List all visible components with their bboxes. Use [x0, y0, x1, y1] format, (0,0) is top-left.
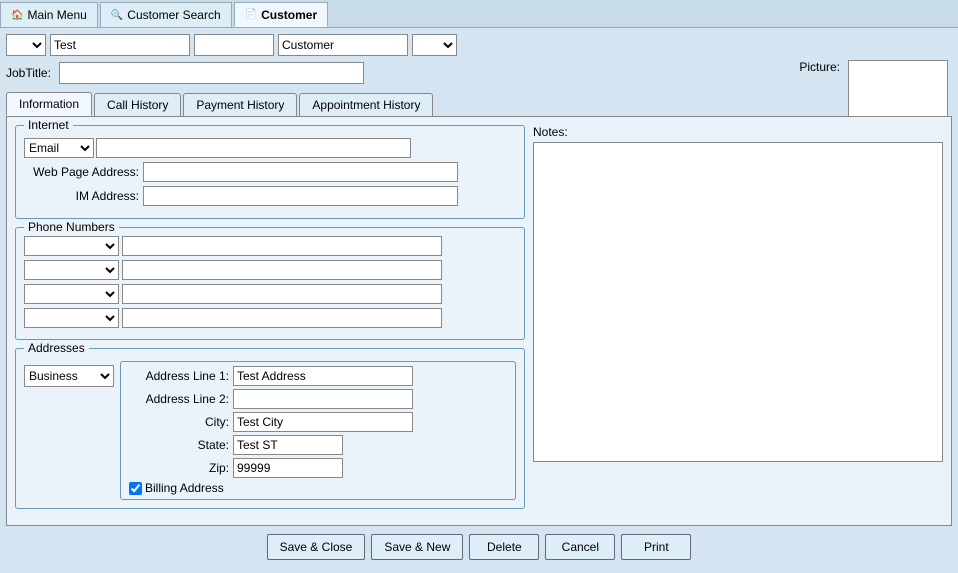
tab-payment-history-label: Payment History — [196, 98, 284, 112]
billing-checkbox[interactable] — [129, 482, 142, 495]
phone-row-4: HomeMobileWorkFax — [24, 308, 516, 328]
internet-legend: Internet — [24, 118, 73, 132]
addr-line1-row: Address Line 1: — [129, 366, 507, 386]
customer-icon: 📄 — [245, 9, 257, 20]
im-row: IM Address: — [24, 186, 516, 206]
email-input[interactable] — [96, 138, 411, 158]
addr-state-input[interactable] — [233, 435, 343, 455]
address-type-select[interactable]: Business Home Other — [24, 365, 114, 387]
notes-label: Notes: — [533, 125, 943, 139]
first-name-input[interactable] — [50, 34, 190, 56]
tab-appointment-history-label: Appointment History — [312, 98, 420, 112]
sub-tabs-row: Information Call History Payment History… — [6, 92, 952, 116]
addresses-legend: Addresses — [24, 341, 89, 355]
addr-zip-input[interactable] — [233, 458, 343, 478]
addr-line2-input[interactable] — [233, 389, 413, 409]
phone-section: Phone Numbers HomeMobileWorkFax HomeMobi… — [15, 227, 525, 340]
im-input[interactable] — [143, 186, 458, 206]
addr-city-input[interactable] — [233, 412, 413, 432]
phone-row-3: HomeMobileWorkFax — [24, 284, 516, 304]
jobtitle-input[interactable] — [59, 62, 364, 84]
address-fields: Address Line 1: Address Line 2: City: — [120, 361, 516, 500]
billing-label: Billing Address — [145, 481, 224, 495]
im-label: IM Address: — [24, 189, 139, 203]
prefix-select[interactable]: Mr. Mrs. Ms. Dr. — [6, 34, 46, 56]
tab-main-menu-label: Main Menu — [27, 8, 86, 22]
phone-input-1[interactable] — [122, 236, 442, 256]
bottom-bar: Save & Close Save & New Delete Cancel Pr… — [6, 526, 952, 564]
tab-customer-search-label: Customer Search — [127, 8, 220, 22]
addr-line1-input[interactable] — [233, 366, 413, 386]
header-row: Mr. Mrs. Ms. Dr. Jr. Sr. III — [6, 34, 952, 56]
save-new-button[interactable]: Save & New — [371, 534, 463, 560]
jobtitle-label: JobTitle: — [6, 66, 51, 80]
phone-type-3[interactable]: HomeMobileWorkFax — [24, 284, 119, 304]
phone-type-4[interactable]: HomeMobileWorkFax — [24, 308, 119, 328]
phone-row-1: HomeMobileWorkFax — [24, 236, 516, 256]
email-row: Email Email 2 — [24, 138, 516, 158]
print-button[interactable]: Print — [621, 534, 691, 560]
internet-section: Internet Email Email 2 Web Page Address: — [15, 125, 525, 219]
last-name-input[interactable] — [194, 34, 274, 56]
addr-zip-label: Zip: — [129, 461, 229, 475]
right-column: Notes: — [533, 125, 943, 517]
addr-line2-label: Address Line 2: — [129, 392, 229, 406]
tab-call-history[interactable]: Call History — [94, 93, 181, 116]
phone-input-4[interactable] — [122, 308, 442, 328]
tab-customer-label: Customer — [261, 8, 317, 22]
save-close-button[interactable]: Save & Close — [267, 534, 366, 560]
notes-textarea[interactable] — [533, 142, 943, 462]
suffix-select[interactable]: Jr. Sr. III — [412, 34, 457, 56]
cancel-button[interactable]: Cancel — [545, 534, 615, 560]
address-row: Business Home Other Address Line 1: — [24, 361, 516, 500]
billing-row: Billing Address — [129, 481, 507, 495]
customer-name-input[interactable] — [278, 34, 408, 56]
addr-line1-label: Address Line 1: — [129, 369, 229, 383]
tab-customer[interactable]: 📄 Customer — [234, 2, 328, 27]
webpage-label: Web Page Address: — [24, 165, 139, 179]
tab-information[interactable]: Information — [6, 92, 92, 116]
tab-appointment-history[interactable]: Appointment History — [299, 93, 433, 116]
phone-type-1[interactable]: HomeMobileWorkFax — [24, 236, 119, 256]
two-col-layout: Internet Email Email 2 Web Page Address: — [15, 125, 943, 517]
tab-payment-history[interactable]: Payment History — [183, 93, 297, 116]
left-column: Internet Email Email 2 Web Page Address: — [15, 125, 525, 517]
addresses-section: Addresses Business Home Other Address Li… — [15, 348, 525, 509]
phone-legend: Phone Numbers — [24, 220, 119, 234]
content-panel: Internet Email Email 2 Web Page Address: — [6, 116, 952, 526]
customer-search-icon: 🔍 — [111, 10, 123, 21]
tab-customer-search[interactable]: 🔍 Customer Search — [100, 2, 232, 27]
webpage-row: Web Page Address: — [24, 162, 516, 182]
picture-label: Picture: — [799, 60, 840, 74]
tab-call-history-label: Call History — [107, 98, 168, 112]
phone-input-3[interactable] — [122, 284, 442, 304]
phone-type-2[interactable]: HomeMobileWorkFax — [24, 260, 119, 280]
addr-city-row: City: — [129, 412, 507, 432]
addr-line2-row: Address Line 2: — [129, 389, 507, 409]
main-menu-icon: 🏠 — [11, 10, 23, 21]
phone-row-2: HomeMobileWorkFax — [24, 260, 516, 280]
phone-input-2[interactable] — [122, 260, 442, 280]
addr-city-label: City: — [129, 415, 229, 429]
webpage-input[interactable] — [143, 162, 458, 182]
tab-information-label: Information — [19, 97, 79, 111]
addr-zip-row: Zip: — [129, 458, 507, 478]
title-bar: 🏠 Main Menu 🔍 Customer Search 📄 Customer — [0, 0, 958, 28]
main-area: Picture: Mr. Mrs. Ms. Dr. Jr. Sr. III Jo… — [0, 28, 958, 570]
delete-button[interactable]: Delete — [469, 534, 539, 560]
email-type-select[interactable]: Email Email 2 — [24, 138, 94, 158]
addr-state-row: State: — [129, 435, 507, 455]
addr-state-label: State: — [129, 438, 229, 452]
tab-main-menu[interactable]: 🏠 Main Menu — [0, 2, 98, 27]
